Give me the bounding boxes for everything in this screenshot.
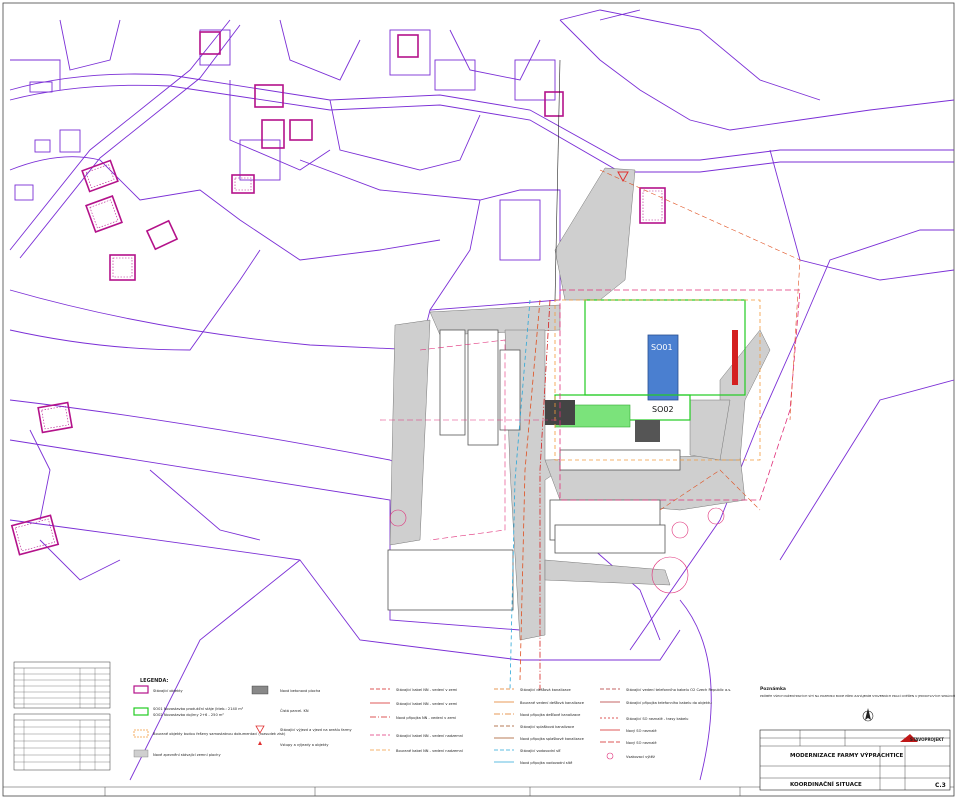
legend-item: Bourané vedení dešťová kanalizace: [520, 701, 585, 705]
legend-item: Nová betonová plocha: [280, 689, 320, 693]
legend-item: Čistá parcel. KN: [280, 708, 309, 713]
project-name: MODERNIZACE FARMY VÝPRACHTICE: [790, 752, 904, 759]
note-text: PRŮBĚH VŠECH INŽENÝRSKÝCH SÍTÍ NA POZEMK…: [760, 693, 955, 698]
legend-item: Stávající vedení telefonního kabelu O2 C…: [626, 688, 731, 692]
sheet-number: C.3: [935, 782, 946, 789]
legend-item: SO02 Novostavba dojírny 2+6 - 250 m²: [153, 713, 224, 717]
title-block: STAVOPROJEKT MODERNIZACE FARMY VÝPRACHTI…: [759, 729, 951, 791]
legend-item: Nové zpevnění stávající zemní plochy: [153, 753, 221, 757]
legend-item: Nový SO neznalé: [626, 741, 657, 745]
drawing-title: KOORDINAČNÍ SITUACE: [790, 780, 862, 788]
so01-label: SO01: [651, 343, 673, 352]
legend-item: Stávající dešťová kanalizace: [520, 688, 572, 692]
drawing-sheet: SO01 SO02 LEGENDA: Stávající objekty SO0…: [0, 0, 957, 800]
legend-item: Nový SO neznalé: [626, 729, 657, 733]
legend-item: Vsakovací výtěž: [626, 755, 655, 759]
legend-item: Stávající splašková kanalizace: [520, 725, 575, 729]
legend-item: Nová přípojka splaškové kanalizace: [520, 737, 585, 741]
legend-item: Bourané kabel NN - vedení nadzemní: [396, 749, 464, 753]
legend-item: Nová přípojka NN - vedení v zemi: [396, 716, 456, 720]
legend-item: Stávající objekty: [153, 689, 184, 693]
legend-item: Stávající SO neznalé - trasy kabelu: [626, 717, 688, 721]
legend-item: Nová přípojka dešťové kanalizace: [520, 713, 581, 717]
legend-item: SO01 Novostavba produkční stáje (kteb.: …: [153, 707, 244, 711]
company-name: STAVOPROJEKT: [910, 737, 944, 742]
legend-item: Stávající vodovodní síť: [520, 749, 561, 753]
legend-item: Stávající kabel NN - vedení nadzemní: [396, 734, 464, 738]
legend-item: Nová přípojka vodovodní sítě: [520, 761, 573, 765]
legend-item: Bourané objekty budou řešeny samostatnou…: [153, 732, 286, 736]
legend-item: Vstupy a výjezdy a objekty: [280, 743, 329, 747]
legend-item: Stávající přípojka telefonního kabelu do…: [626, 701, 712, 705]
legend-item: Stávající kabel NN - vedení v zemi: [396, 688, 457, 692]
legend-item: Stávající výjezd a vjezd na areálu farmy: [280, 728, 353, 732]
so02-label: SO02: [652, 405, 674, 414]
legend-title: LEGENDA:: [140, 678, 168, 684]
note-title: Poznámka: [760, 685, 786, 692]
legend-item: Stávající kabel NN - vedení v zemi: [396, 702, 457, 706]
